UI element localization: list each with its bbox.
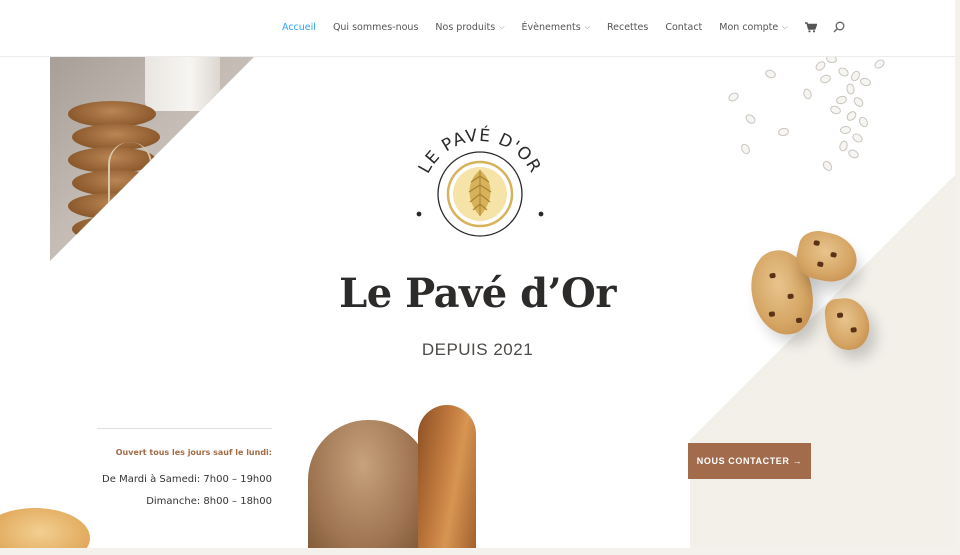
- bread-loaf-image: [308, 420, 430, 548]
- nav-item-mon-compte[interactable]: Mon compte ⌵: [719, 22, 787, 33]
- nav-item-label: Recettes: [606, 21, 649, 33]
- nav-item-label: Accueil: [282, 21, 316, 33]
- nav-item-qui-sommes-nous[interactable]: Qui sommes-nous: [333, 22, 418, 33]
- search-icon[interactable]: [833, 21, 845, 33]
- milk-glass: [145, 56, 220, 111]
- cart-icon[interactable]: [804, 21, 817, 33]
- baguette-image: [418, 405, 476, 548]
- nav-item-label: Qui sommes-nous: [332, 21, 419, 33]
- twine: [108, 142, 152, 242]
- logo: LE PAVÉ D'OR: [415, 124, 544, 237]
- hours-note: Ouvert tous les jours sauf le lundi:: [115, 448, 272, 457]
- nav-item-nos-produits[interactable]: Nos produits ⌵: [435, 22, 504, 33]
- cookie-stack-image: [50, 56, 255, 261]
- chevron-down-icon: ⌵: [584, 22, 590, 31]
- nav-item-label: Contact: [665, 21, 703, 33]
- nav-item-evenements[interactable]: Évènements ⌵: [522, 22, 590, 33]
- hours-divider: [97, 428, 272, 429]
- chevron-down-icon: ⌵: [499, 22, 505, 31]
- nav-item-recettes[interactable]: Recettes: [607, 22, 648, 33]
- nav-item-label: Nos produits: [435, 21, 496, 33]
- bread-bun-image: [0, 508, 90, 548]
- page-subtitle: DEPUIS 2021: [421, 340, 534, 359]
- hours-weekdays: De Mardi à Samedi: 7h00 – 19h00: [102, 474, 272, 485]
- contact-button[interactable]: NOUS CONTACTER →: [688, 443, 811, 479]
- chevron-down-icon: ⌵: [782, 22, 788, 31]
- nav-item-label: Évènements: [521, 21, 581, 33]
- site-header: Accueil Qui sommes-nous Nos produits ⌵ Év…: [0, 0, 955, 57]
- nav-item-contact[interactable]: Contact: [665, 22, 702, 33]
- nav-item-accueil[interactable]: Accueil: [282, 22, 316, 33]
- page: Accueil Qui sommes-nous Nos produits ⌵ Év…: [0, 0, 955, 548]
- nav-item-label: Mon compte: [719, 21, 779, 33]
- hours-sunday: Dimanche: 8h00 – 18h00: [146, 496, 272, 507]
- main-nav: Accueil Qui sommes-nous Nos produits ⌵ Év…: [282, 21, 861, 33]
